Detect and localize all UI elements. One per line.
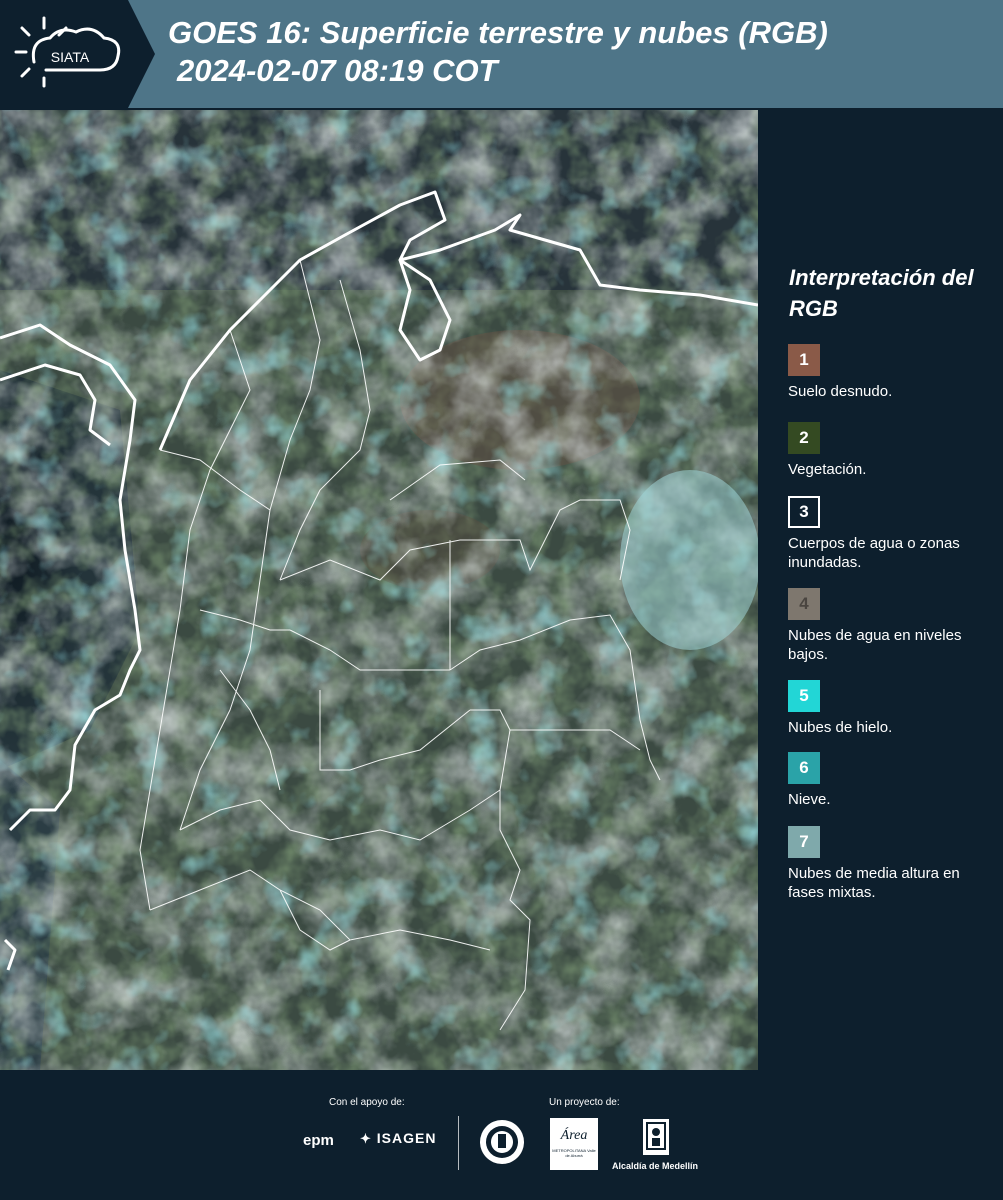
page-title: GOES 16: Superficie terrestre y nubes (R… [168,14,828,90]
legend-swatch: 1 [788,344,820,376]
alcaldia-label: Alcaldía de Medellín [612,1161,699,1171]
legend-panel: Interpretación del RGB 1 Suelo desnudo. … [760,110,1003,1070]
legend-swatch: 2 [788,422,820,454]
epm-logo: epm [303,1132,334,1149]
legend-item-mixed-clouds: 7 Nubes de media altura en fases mixtas. [788,826,993,902]
isagen-label: ISAGEN [376,1130,437,1146]
support-label: Con el apoyo de: [329,1097,405,1108]
legend-swatch: 3 [788,496,820,528]
title-line1: GOES 16: Superficie terrestre y nubes (R… [168,15,828,50]
legend-label: Nubes de agua en niveles bajos. [788,627,962,663]
project-label: Un proyecto de: [549,1097,620,1108]
footer-divider [458,1116,459,1170]
legend-label: Nubes de hielo. [788,719,893,736]
area-metropolitana-logo: Área METROPOLITANA Valle de Aburrá [550,1118,598,1170]
legend-label: Suelo desnudo. [788,383,893,400]
legend-item-low-clouds: 4 Nubes de agua en niveles bajos. [788,588,993,664]
svg-text:SIATA: SIATA [51,49,90,65]
legend-label: Cuerpos de agua o zonas inundadas. [788,535,960,571]
siata-logo: SIATA [0,0,155,108]
legend-swatch: 7 [788,826,820,858]
isagen-mark-icon: ✦ [360,1131,372,1146]
area-logo-text: Área [560,1128,588,1143]
legend-label: Vegetación. [788,461,867,478]
area-logo-subtext: METROPOLITANA Valle de Aburrá [552,1148,596,1158]
isagen-logo: ✦ ISAGEN [360,1130,436,1147]
satellite-map [0,110,758,1070]
medellin-seal-icon [478,1118,526,1171]
legend-item-vegetation: 2 Vegetación. [788,422,993,479]
legend-swatch: 5 [788,680,820,712]
legend-item-ice-clouds: 5 Nubes de hielo. [788,680,993,737]
legend-item-snow: 6 Nieve. [788,752,993,809]
legend-label: Nieve. [788,791,831,808]
legend-item-water: 3 Cuerpos de agua o zonas inundadas. [788,496,993,572]
footer: Con el apoyo de: Un proyecto de: epm ✦ I… [0,1070,1003,1200]
alcaldia-shield-icon [642,1118,670,1161]
legend-label: Nubes de media altura en fases mixtas. [788,865,960,901]
title-timestamp: 2024-02-07 08:19 COT [177,53,498,88]
legend-item-bare-soil: 1 Suelo desnudo. [788,344,993,401]
legend-swatch: 4 [788,588,820,620]
legend-swatch: 6 [788,752,820,784]
header: SIATA GOES 16: Superficie terrestre y nu… [0,0,1003,108]
legend-title: Interpretación del RGB [789,265,974,321]
